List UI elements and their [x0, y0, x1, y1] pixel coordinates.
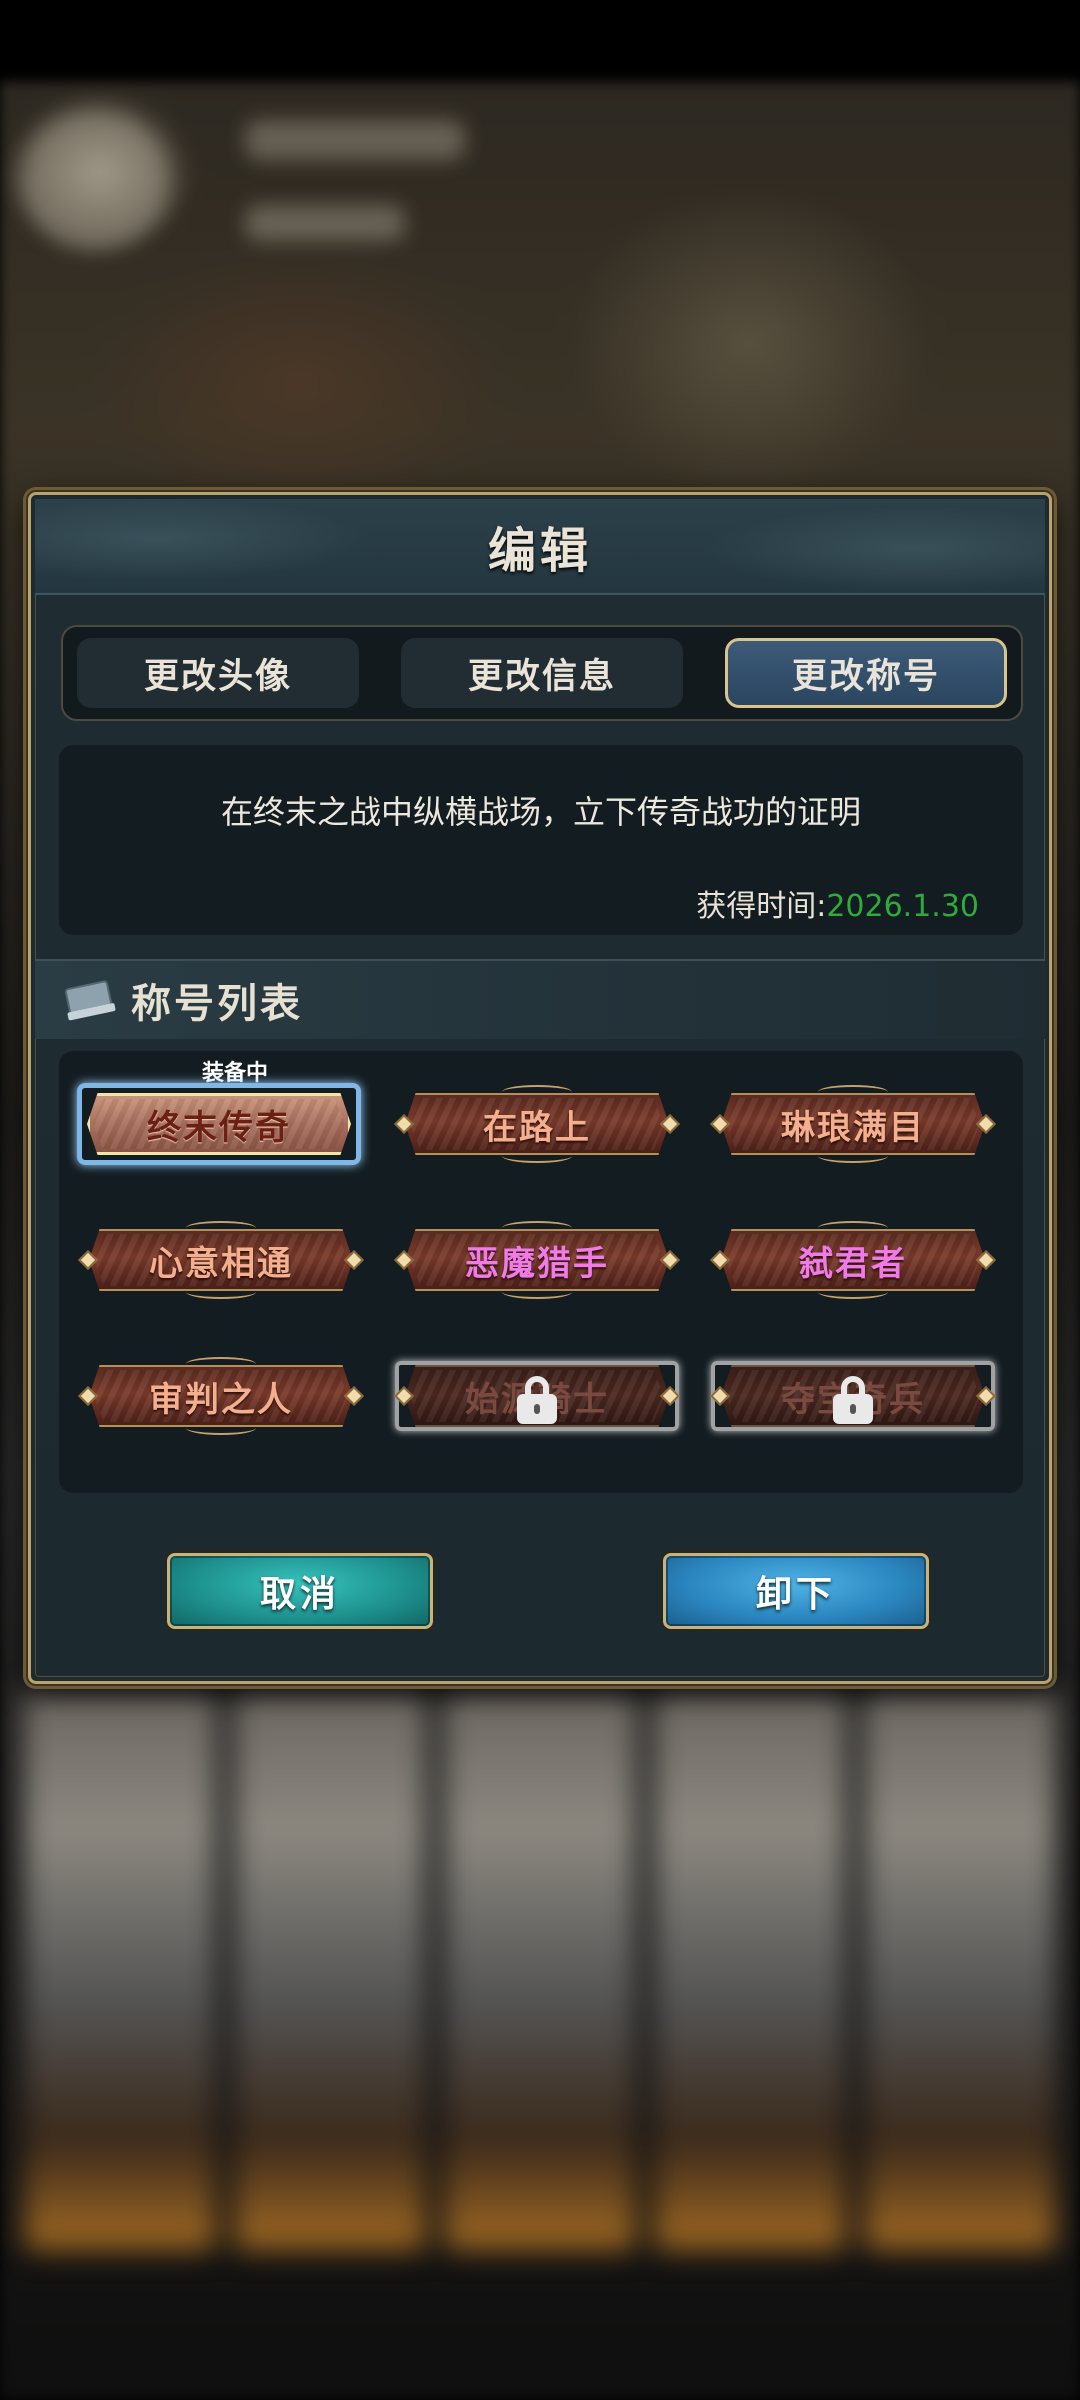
- title-badge-label: 在路上: [483, 1107, 591, 1148]
- background-hero-card: [654, 1690, 846, 2250]
- title-badge-label: 心意相通: [149, 1243, 293, 1284]
- title-list-header: 称号列表: [35, 959, 1045, 1039]
- background-hero-card: [864, 1690, 1056, 2250]
- lock-icon: [517, 1376, 557, 1424]
- title-badge-label: 恶魔猎手: [465, 1243, 609, 1284]
- cancel-button[interactable]: 取消: [167, 1553, 433, 1629]
- background-info-plate: [245, 205, 405, 241]
- title-badge[interactable]: 审判之人: [78, 1357, 364, 1435]
- background-hero-card: [234, 1690, 426, 2250]
- lock-icon: [833, 1376, 873, 1424]
- edit-dialog: 编辑 更改头像 更改信息 更改称号 在终末之战中纵横战场，立下传奇战功的证明 获…: [28, 492, 1052, 1684]
- title-badge[interactable]: 心意相通: [78, 1221, 364, 1299]
- obtain-time: 获得时间:2026.1.30: [696, 881, 979, 925]
- title-badge-label: 审判之人: [149, 1379, 293, 1420]
- title-description-panel: 在终末之战中纵横战场，立下传奇战功的证明 获得时间:2026.1.30: [59, 745, 1023, 935]
- background-avatar: [20, 110, 170, 250]
- dialog-title-bar: 编辑: [35, 499, 1045, 595]
- obtain-time-label: 获得时间:: [696, 889, 827, 924]
- background-name-plate: [245, 120, 465, 160]
- tab-change-info[interactable]: 更改信息: [401, 638, 683, 708]
- title-badge-label: 终末传奇: [147, 1107, 291, 1148]
- title-grid: 装备中 终末传奇 在路上 琳琅满目 心意相通 恶魔猎手 弑君者 审判之人: [59, 1051, 1023, 1493]
- background-hero-cards: [0, 1690, 1080, 2270]
- title-badge-locked[interactable]: 夺宝奇兵: [710, 1357, 996, 1435]
- title-badge[interactable]: 弑君者: [710, 1221, 996, 1299]
- dialog-title: 编辑: [487, 523, 592, 579]
- tab-change-avatar[interactable]: 更改头像: [77, 638, 359, 708]
- book-icon: [59, 973, 119, 1027]
- background-hero-card: [444, 1690, 636, 2250]
- title-list-heading: 称号列表: [131, 980, 303, 1027]
- title-badge[interactable]: 琳琅满目: [710, 1085, 996, 1163]
- tab-bar: 更改头像 更改信息 更改称号: [61, 625, 1023, 721]
- tab-change-title[interactable]: 更改称号: [725, 638, 1007, 708]
- title-badge-equipped[interactable]: 终末传奇: [77, 1083, 361, 1165]
- title-badge-label: 琳琅满目: [781, 1107, 925, 1148]
- title-badge-locked[interactable]: 始源骑士: [394, 1357, 680, 1435]
- title-badge-label: 弑君者: [799, 1243, 907, 1284]
- obtain-time-value: 2026.1.30: [826, 889, 979, 924]
- background-hero-card: [24, 1690, 216, 2250]
- title-badge[interactable]: 在路上: [394, 1085, 680, 1163]
- title-badge[interactable]: 恶魔猎手: [394, 1221, 680, 1299]
- title-description: 在终末之战中纵横战场，立下传奇战功的证明: [220, 793, 861, 831]
- unequip-button[interactable]: 卸下: [663, 1553, 929, 1629]
